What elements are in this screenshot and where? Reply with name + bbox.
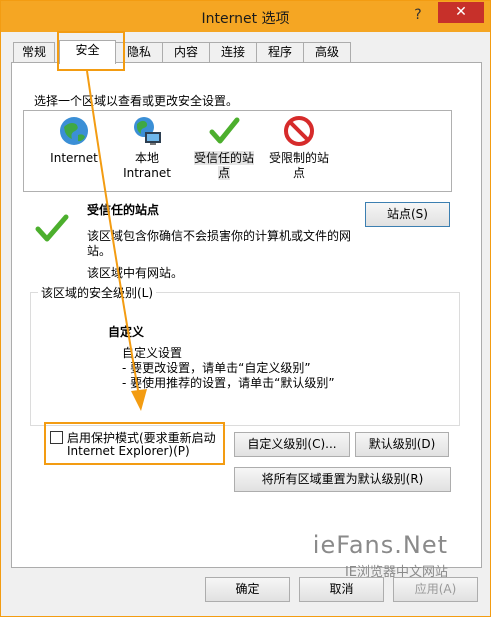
- zone-trusted-label-2: 点: [217, 166, 230, 180]
- tab-connections[interactable]: 连接: [209, 42, 257, 62]
- sites-button[interactable]: 站点(S): [365, 202, 450, 227]
- custom-level-button[interactable]: 自定义级别(C)...: [234, 432, 350, 457]
- tab-advanced[interactable]: 高级: [303, 42, 351, 62]
- ok-button[interactable]: 确定: [205, 577, 290, 602]
- tab-security[interactable]: 安全: [59, 40, 116, 64]
- tab-content[interactable]: 内容: [162, 42, 210, 62]
- zone-trusted-sites[interactable]: 受信任的站 点: [188, 111, 260, 191]
- default-level-button[interactable]: 默认级别(D): [355, 432, 449, 457]
- zone-trusted-label-1: 受信任的站: [193, 151, 254, 165]
- close-button[interactable]: ✕: [438, 2, 484, 23]
- zone-restricted-label-1: 受限制的站: [268, 151, 329, 165]
- tab-programs[interactable]: 程序: [256, 42, 304, 62]
- cancel-button[interactable]: 取消: [299, 577, 384, 602]
- internet-options-window: Internet 选项 ? ✕ 常规 安全 隐私 内容 连接 程序 高级 选择一…: [0, 0, 491, 617]
- protected-mode-label-2: Internet Explorer)(P): [67, 444, 190, 458]
- watermark-brand: ieFans.Net: [312, 531, 448, 559]
- apply-button[interactable]: 应用(A): [393, 577, 478, 602]
- protected-mode-checkbox[interactable]: [50, 431, 63, 444]
- help-icon[interactable]: ?: [408, 5, 428, 25]
- reset-all-zones-button[interactable]: 将所有区域重置为默认级别(R): [234, 467, 451, 492]
- check-icon: [209, 117, 240, 144]
- trusted-zone-check-icon: [35, 214, 69, 242]
- tab-general[interactable]: 常规: [13, 42, 55, 62]
- zone-restricted-label-2: 点: [292, 166, 305, 180]
- title-bar: Internet 选项 ? ✕: [1, 1, 490, 32]
- zone-restricted-sites[interactable]: 受限制的站 点: [263, 111, 335, 191]
- annotation-arrow: [86, 71, 147, 411]
- restricted-icon: [284, 116, 314, 146]
